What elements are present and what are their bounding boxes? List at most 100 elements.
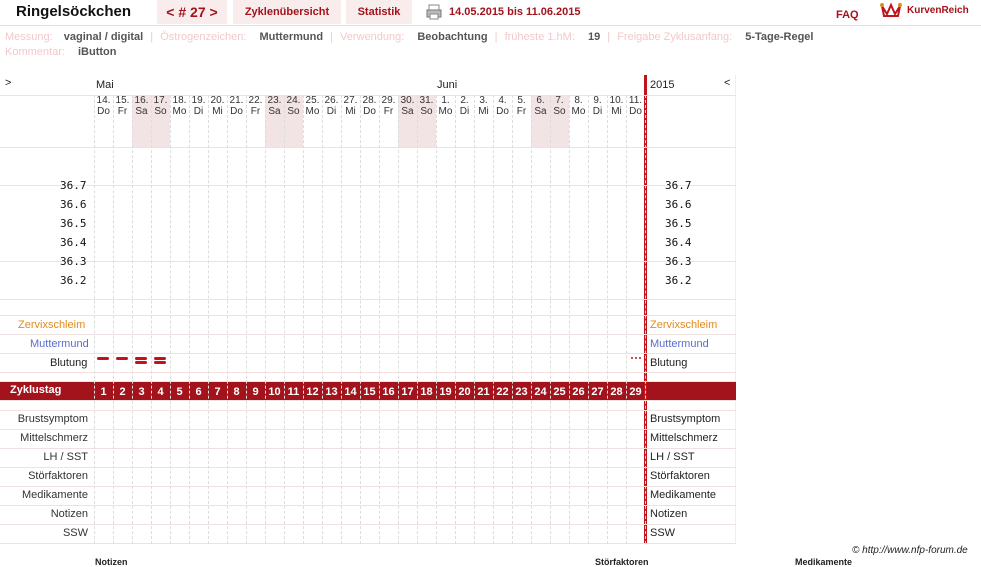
temp-label-right: 36.2 [665,274,692,287]
bottom-meds: Medikamente [795,557,853,567]
cycle-day-number: 22 [496,386,509,398]
cycle-day-number: 23 [515,386,528,398]
earliest-value: 19 [587,31,601,43]
separator: | [150,31,154,43]
cycle-day-number: 10 [268,386,281,398]
temp-label-right: 36.6 [665,198,692,211]
mm-label: Muttermund [30,338,89,350]
bottom-row-label-right: Mittelschmerz [650,432,718,444]
day-number: 4. [498,95,507,106]
day-header: 23. Sa [265,95,284,147]
bleeding-dot [639,357,641,359]
day-number: 17. [153,95,168,106]
day-weekday: Sa [268,106,281,117]
cervix-label: Zervixschleim [18,319,86,331]
grid-vline [474,95,475,544]
grid-vline [550,95,551,544]
day-header: 15. Fr [113,95,132,147]
day-weekday: Do [97,106,110,117]
month-may: Mai [96,79,114,91]
measure-label: Messung: [5,31,53,43]
day-number: 16. [134,95,149,106]
day-weekday: So [553,106,566,117]
day-number: 30. [400,95,415,106]
grid-vline [170,95,171,544]
faq-link[interactable]: FAQ [836,3,859,27]
bottom-row-label: Notizen [50,508,88,520]
cycle-day-number: 17 [401,386,414,398]
separator: | [330,31,333,43]
cycle-day-number: 28 [610,386,623,398]
print-icon[interactable] [426,4,442,20]
grid-vline [455,95,456,544]
cycle-day-number: 7 [214,386,221,398]
day-weekday: Mi [212,106,223,117]
day-number: 26. [324,95,339,106]
day-header: 1. Mo [436,95,455,147]
cycle-day-number: 26 [572,386,585,398]
grid-vline [569,95,570,544]
temp-label-right: 36.5 [665,217,692,230]
day-weekday: Do [629,106,642,117]
grid-vline [284,95,285,544]
day-weekday: Sa [135,106,148,117]
estrogen-value: Muttermund [259,31,324,43]
day-header: 17. So [151,95,170,147]
day-header: 6. Sa [531,95,550,147]
bottom-row-label-right: Medikamente [650,489,717,501]
grid-vline [607,95,608,544]
tab-cycle-overview[interactable]: Zyklenübersicht [233,0,341,24]
cervix-label-right: Zervixschleim [650,319,718,331]
grid-vline [360,95,361,544]
cycle-day-number: 8 [233,386,240,398]
cycle-day-number: 14 [344,386,357,398]
copyright: © http://www.nfp-forum.de [852,545,968,556]
day-weekday: Fr [383,106,394,117]
day-number: 5. [517,95,526,106]
bleeding-mark [154,361,166,364]
usage-value: Beobachtung [417,31,488,43]
grid-vline [626,95,627,544]
cycle-day-number: 9 [252,386,259,398]
day-number: 2. [460,95,469,106]
day-number: 31. [419,95,434,106]
temp-label: 36.3 [60,255,87,268]
measure-value: vaginal / digital [63,31,144,43]
estrogen-label: Östrogenzeichen: [160,31,247,43]
bleeding-label-right: Blutung [650,357,688,369]
tab-statistics[interactable]: Statistik [346,0,412,24]
day-header: 18. Mo [170,95,189,147]
cycle-chart: > Mai Juni 2015 < Zervixschleim Zervixsc… [0,75,736,544]
cycle-navigation[interactable]: < # 27 > [157,0,227,24]
grid-vline [531,95,532,544]
temp-label-right: 36.7 [665,179,692,192]
grid-vline [246,95,247,544]
day-header: 30. Sa [398,95,417,147]
bleeding-dot [631,357,633,359]
cycle-day-number: 19 [439,386,452,398]
chart-nav-left[interactable]: > [5,77,11,89]
day-weekday: Mi [345,106,356,117]
chart-nav-right[interactable]: < [724,77,730,89]
bottom-row-label: Mittelschmerz [20,432,88,444]
day-header: 5. Fr [512,95,531,147]
cycle-day-number: 1 [100,386,107,398]
brand-name[interactable]: KurvenReich [907,0,969,22]
grid-vline [303,95,304,544]
grid-vline [341,95,342,544]
temp-label: 36.2 [60,274,87,287]
top-bar: Ringelsöckchen < # 27 > Zyklenübersicht … [0,0,981,26]
cycle-day-number: 24 [534,386,547,398]
day-header: 11. Do [626,95,645,147]
day-header: 8. Mo [569,95,588,147]
cycle-day-number: 21 [477,386,490,398]
bottom-notes: Notizen [95,557,128,567]
cycle-day-number: 11 [287,386,300,398]
day-weekday: Di [592,106,603,117]
day-number: 29. [381,95,396,106]
day-header: 4. Do [493,95,512,147]
bottom-row-label: SSW [62,527,88,539]
day-number: 6. [536,95,545,106]
bottom-row-label-right: Notizen [650,508,688,520]
temp-label: 36.5 [60,217,87,230]
